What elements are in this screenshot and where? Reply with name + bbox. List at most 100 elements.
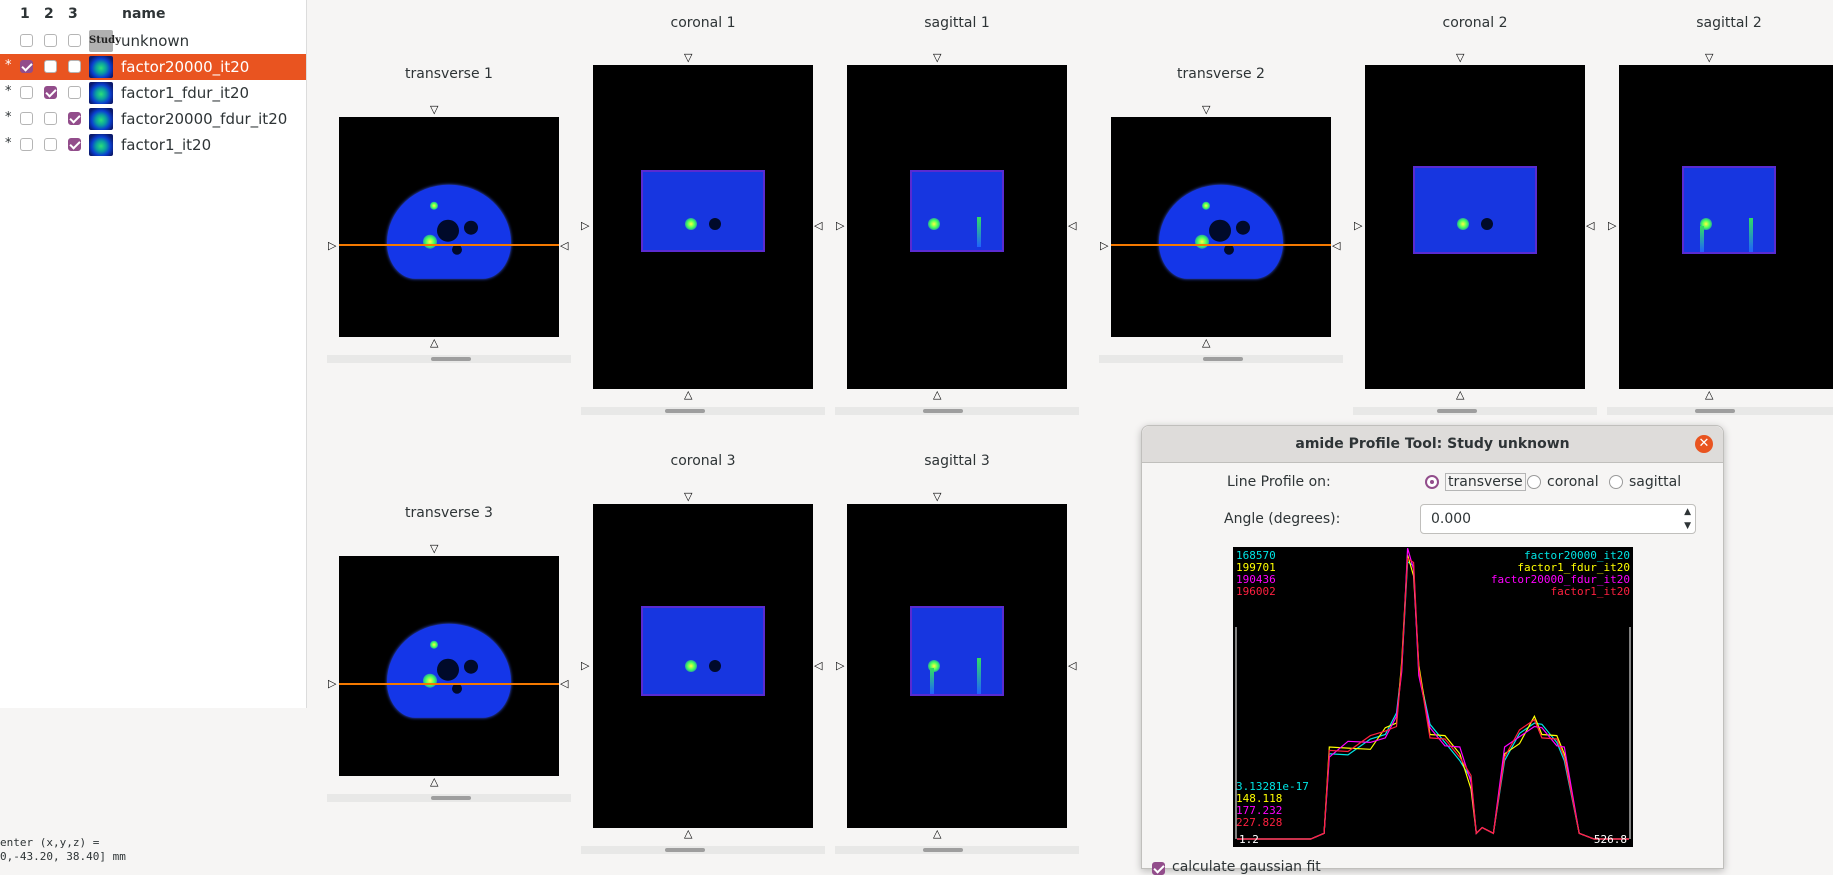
- view-title-transverse-2: transverse 2: [1177, 66, 1265, 82]
- series-line-1: [1237, 560, 1629, 840]
- study-check-1[interactable]: [20, 34, 33, 47]
- scrollbar-sagittal-1[interactable]: [835, 407, 1079, 415]
- view-2-checkbox[interactable]: [44, 86, 57, 99]
- view-transverse-3[interactable]: [339, 556, 559, 776]
- angle-spinbox[interactable]: 0.000 ▲ ▼: [1420, 504, 1696, 534]
- view-3-checkbox[interactable]: [68, 112, 81, 125]
- study-name: unknown: [121, 32, 190, 50]
- dialog-titlebar[interactable]: amide Profile Tool: Study unknown ✕: [1142, 426, 1723, 463]
- view-transverse-2[interactable]: [1111, 117, 1331, 337]
- status-center-value: 0,-43.20, 38.40] mm: [0, 850, 126, 863]
- view-coronal-3[interactable]: [593, 504, 813, 828]
- phantom-slice: [1413, 166, 1537, 254]
- radio-sagittal-label[interactable]: sagittal: [1629, 474, 1681, 490]
- view-title-sagittal-3: sagittal 3: [924, 453, 990, 469]
- modified-marker: *: [5, 84, 12, 99]
- view-3-checkbox[interactable]: [68, 60, 81, 73]
- phantom-slice: [387, 623, 511, 718]
- scrollbar-transverse-2[interactable]: [1099, 355, 1343, 363]
- phantom-slice: [1159, 184, 1283, 279]
- line-profile-label: Line Profile on:: [1227, 474, 1331, 490]
- scrollbar-coronal-2[interactable]: [1353, 407, 1597, 415]
- close-icon[interactable]: ✕: [1695, 435, 1713, 453]
- series-line-4: [1237, 557, 1629, 840]
- view-sagittal-1[interactable]: [847, 65, 1067, 389]
- column-header-1[interactable]: 1: [20, 6, 30, 22]
- view-3-checkbox[interactable]: [68, 138, 81, 151]
- series-max-label: 196002: [1236, 585, 1276, 598]
- view-2-checkbox[interactable]: [44, 112, 57, 125]
- view-transverse-1[interactable]: [339, 117, 559, 337]
- view-coronal-2[interactable]: [1365, 65, 1585, 389]
- view-2-checkbox[interactable]: [44, 138, 57, 151]
- column-header-3[interactable]: 3: [68, 6, 78, 22]
- view-title-transverse-1: transverse 1: [405, 66, 493, 82]
- column-header-2[interactable]: 2: [44, 6, 54, 22]
- x-max-label: 526.8: [1594, 833, 1627, 846]
- phantom-slice: [387, 184, 511, 279]
- dialog-title: amide Profile Tool: Study unknown: [1295, 436, 1570, 452]
- phantom-slice: [641, 606, 765, 696]
- view-2-checkbox[interactable]: [44, 60, 57, 73]
- column-header-name[interactable]: name: [122, 6, 166, 22]
- radio-sagittal[interactable]: [1609, 475, 1623, 489]
- spin-arrows-icon[interactable]: ▲ ▼: [1684, 505, 1691, 533]
- profile-line[interactable]: [339, 244, 559, 246]
- tree-row-series[interactable]: * factor20000_it20: [0, 54, 306, 80]
- scrollbar-coronal-1[interactable]: [581, 407, 825, 415]
- legend-entry: factor1_it20: [1551, 585, 1630, 598]
- tree-row-series[interactable]: * factor1_it20: [0, 132, 306, 158]
- view-3-checkbox[interactable]: [68, 86, 81, 99]
- scrollbar-coronal-3[interactable]: [581, 846, 825, 854]
- profile-line[interactable]: [1111, 244, 1331, 246]
- status-center-label: enter (x,y,z) =: [0, 836, 100, 849]
- angle-label: Angle (degrees):: [1224, 511, 1341, 527]
- tree-row-study[interactable]: Study unknown: [0, 28, 306, 54]
- study-check-2[interactable]: [44, 34, 57, 47]
- profile-line[interactable]: [339, 683, 559, 685]
- view-1-checkbox[interactable]: [20, 138, 33, 151]
- scrollbar-transverse-3[interactable]: [327, 794, 571, 802]
- profile-plot-svg: 168570 factor20000_it203.13281e-17199701 f…: [1235, 548, 1631, 846]
- view-title-coronal-3: coronal 3: [670, 453, 736, 469]
- view-title-coronal-2: coronal 2: [1442, 15, 1508, 31]
- phantom-slice: [641, 170, 765, 252]
- radio-transverse[interactable]: [1425, 475, 1439, 489]
- scrollbar-sagittal-2[interactable]: [1607, 407, 1833, 415]
- series-thumbnail-icon: [89, 134, 113, 156]
- modified-marker: *: [5, 58, 12, 73]
- view-1-checkbox[interactable]: [20, 112, 33, 125]
- phantom-slice: [910, 606, 1004, 696]
- series-thumbnail-icon: [89, 56, 113, 78]
- angle-value: 0.000: [1431, 511, 1472, 527]
- study-tree: 1 2 3 name Study unknown * factor20000_it…: [0, 0, 307, 708]
- study-check-3[interactable]: [68, 34, 81, 47]
- radio-coronal[interactable]: [1527, 475, 1541, 489]
- view-title-transverse-3: transverse 3: [405, 505, 493, 521]
- phantom-slice: [910, 170, 1004, 252]
- view-sagittal-3[interactable]: [847, 504, 1067, 828]
- view-1-checkbox[interactable]: [20, 86, 33, 99]
- series-name: factor20000_it20: [121, 58, 250, 76]
- profile-plot[interactable]: 168570 factor20000_it20 3.13281e-17 199701 f…: [1233, 547, 1633, 847]
- view-title-sagittal-2: sagittal 2: [1696, 15, 1762, 31]
- series-name: factor1_fdur_it20: [121, 84, 250, 102]
- view-sagittal-2[interactable]: [1619, 65, 1833, 389]
- x-min-label: 1.2: [1239, 833, 1259, 846]
- view-1-checkbox[interactable]: [20, 60, 33, 73]
- series-thumbnail-icon: [89, 108, 113, 130]
- series-name: factor20000_fdur_it20: [121, 110, 288, 128]
- view-coronal-1[interactable]: [593, 65, 813, 389]
- modified-marker: *: [5, 110, 12, 125]
- radio-transverse-label[interactable]: transverse: [1445, 473, 1526, 491]
- gaussian-fit-checkbox[interactable]: [1152, 862, 1165, 875]
- radio-coronal-label[interactable]: coronal: [1547, 474, 1599, 490]
- scrollbar-sagittal-3[interactable]: [835, 846, 1079, 854]
- scrollbar-transverse-1[interactable]: [327, 355, 571, 363]
- series-thumbnail-icon: [89, 82, 113, 104]
- tree-row-series[interactable]: * factor20000_fdur_it20: [0, 106, 306, 132]
- phantom-slice: [1682, 166, 1776, 254]
- view-title-sagittal-1: sagittal 1: [924, 15, 990, 31]
- series-min-label: 227.828: [1236, 816, 1282, 829]
- tree-row-series[interactable]: * factor1_fdur_it20: [0, 80, 306, 106]
